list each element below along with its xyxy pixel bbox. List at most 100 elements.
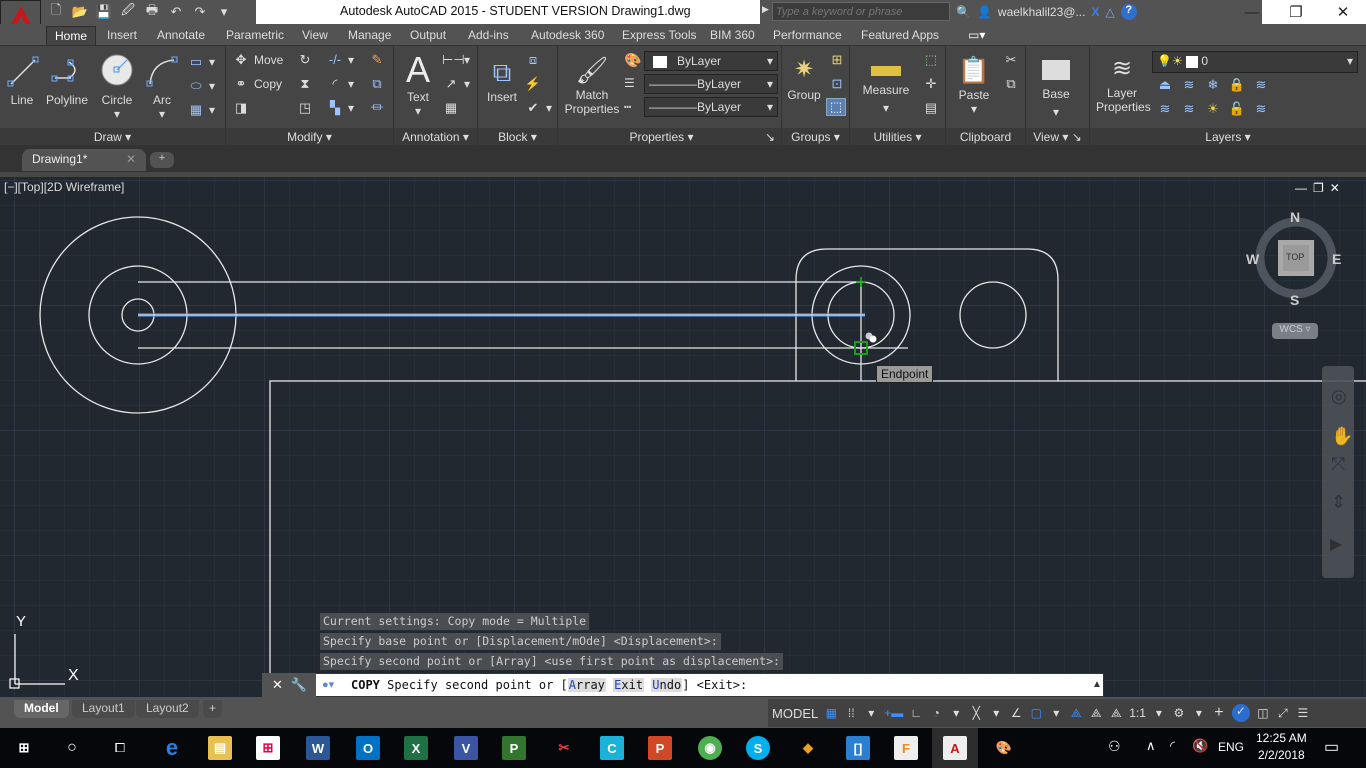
compass-east[interactable]: E (1332, 251, 1341, 267)
customize-command-icon[interactable]: 🔧 (291, 677, 307, 693)
snap-icon[interactable]: ⁞⁞ (844, 706, 858, 720)
help-icon[interactable]: ? (1120, 4, 1137, 20)
project-icon[interactable]: P (502, 736, 526, 760)
recent-commands-icon[interactable]: ●▾ (322, 678, 334, 691)
polyline-button[interactable]: Polyline (42, 54, 92, 107)
snap-dropdown-icon[interactable]: ▾ (864, 706, 878, 720)
customize-icon[interactable]: ▾ (214, 4, 234, 20)
dimension-button[interactable]: ⊢⊣ ▾ (442, 52, 470, 68)
close-command-icon[interactable]: ✕ (272, 677, 283, 693)
insert-button[interactable]: ⧉ Insert (482, 54, 522, 104)
scale-button[interactable]: ◳ (296, 100, 314, 116)
tab-bim360[interactable]: BIM 360 (702, 26, 763, 45)
isolate-objects-icon[interactable]: ✓ (1231, 704, 1250, 722)
annotation-visibility-icon[interactable]: ⟁ (1069, 706, 1083, 721)
pan-icon[interactable]: ✋ (1331, 426, 1353, 447)
excel-icon[interactable]: X (404, 736, 428, 760)
lineweight-dropdown[interactable]: ————ByLayer ▾ (644, 74, 778, 94)
cut-button[interactable]: ✂ (1002, 52, 1020, 68)
layer-freeze-icon[interactable]: ❄ (1204, 77, 1222, 93)
layer-lock-icon[interactable]: 🔒 (1228, 77, 1246, 93)
layer-unisolate-icon[interactable]: ≋ (1156, 101, 1174, 117)
document-tab[interactable]: Drawing1* ✕ (22, 149, 146, 171)
paint-icon[interactable]: 🎨 (992, 736, 1016, 760)
wcs-menu[interactable]: WCS ▿ (1272, 323, 1318, 339)
clock[interactable]: 12:25 AM 2/2/2018 (1256, 731, 1307, 762)
ortho-icon[interactable]: ∟ (909, 706, 923, 720)
edit-block-button[interactable]: ⚡ (524, 76, 542, 92)
plot-icon[interactable]: 🖶 (142, 1, 162, 23)
wifi-icon[interactable]: ◜ (1170, 738, 1175, 754)
properties-panel-title[interactable]: Properties ▾ ↘ (558, 128, 781, 146)
graphics-performance-icon[interactable]: ◫ (1256, 706, 1270, 720)
layer-dropdown[interactable]: 💡☀ 0 ▾ (1152, 51, 1358, 73)
steering-wheel-icon[interactable]: ◎ (1331, 386, 1347, 407)
save-icon[interactable]: 💾 (94, 4, 114, 20)
drawing-canvas[interactable] (0, 177, 1366, 696)
modify-panel-title[interactable]: Modify ▾ (226, 128, 393, 146)
group-button[interactable]: ✷ Group (786, 52, 822, 102)
linetype-dropdown[interactable]: ————ByLayer ▾ (644, 97, 778, 117)
visio-icon[interactable]: V (454, 736, 478, 760)
chrome-icon[interactable]: ◉ (698, 736, 722, 760)
layer-thaw-icon[interactable]: ☀ (1204, 101, 1222, 117)
match-properties-button[interactable]: 🖌 Match Properties (562, 52, 622, 116)
move-button[interactable]: ✥ Move (232, 52, 284, 68)
trim-button[interactable]: -/- ▾ (326, 52, 354, 68)
redo-icon[interactable]: ↷ (190, 4, 210, 20)
orbit-icon[interactable]: ⇕ (1331, 492, 1346, 513)
undo-icon[interactable]: ↶ (166, 4, 186, 20)
circle-button[interactable]: Circle ▾ (96, 52, 138, 121)
option-array[interactable]: Array (567, 678, 606, 692)
store-icon[interactable]: ⊞ (256, 736, 280, 760)
layer-walk-icon[interactable]: ≋ (1252, 101, 1270, 117)
volume-muted-icon[interactable]: 🔇 (1192, 738, 1208, 754)
tab-addins[interactable]: Add-ins (460, 26, 517, 45)
color-dropdown[interactable]: ByLayer ▾ (644, 51, 778, 71)
polar-icon[interactable]: ◔ (929, 706, 943, 720)
tab-home[interactable]: Home (46, 26, 97, 45)
leader-button[interactable]: ↗ ▾ (442, 76, 470, 92)
object-snap-dropdown-icon[interactable]: ▾ (1049, 706, 1063, 720)
clipboard-panel-title[interactable]: Clipboard (946, 128, 1025, 146)
line-button[interactable]: Line (4, 54, 40, 107)
snipping-tool-icon[interactable]: ✂ (552, 736, 576, 760)
layer-isolate-icon[interactable]: ⏏ (1156, 77, 1174, 93)
compass-north[interactable]: N (1290, 209, 1300, 225)
view-panel-title[interactable]: View ▾ ↘ (1026, 128, 1089, 146)
layer-previous-icon[interactable]: ≋ (1180, 101, 1198, 117)
saveas-icon[interactable]: 🖉 (118, 1, 138, 23)
edge-icon[interactable]: e (160, 735, 184, 760)
tab-annotate[interactable]: Annotate (149, 26, 213, 45)
layer-match-icon[interactable]: ≋ (1180, 77, 1198, 93)
search-expand-icon[interactable]: ▶ (762, 4, 769, 15)
customization-menu-icon[interactable]: ☰ (1296, 706, 1310, 720)
new-icon[interactable]: 🗋 (46, 1, 66, 23)
tab-manage[interactable]: Manage (340, 26, 399, 45)
search-input[interactable] (772, 2, 950, 21)
viewport-window-controls[interactable]: —❐✕ (1295, 181, 1346, 195)
array-button[interactable]: ▚ ▾ (326, 100, 354, 116)
arc-button[interactable]: Arc ▾ (142, 54, 182, 121)
scale-dropdown-icon[interactable]: ▾ (1152, 706, 1166, 720)
annotation-panel-title[interactable]: Annotation ▾ (394, 128, 477, 146)
binoculars-icon[interactable]: 🔍 (956, 5, 971, 19)
tab-featured-apps[interactable]: Featured Apps (853, 26, 947, 45)
show-hidden-icons[interactable]: ∧ (1146, 738, 1156, 754)
model-space-button[interactable]: MODEL (772, 706, 818, 721)
showmotion-icon[interactable]: ▶ (1330, 534, 1342, 554)
polar-dropdown-icon[interactable]: ▾ (949, 706, 963, 720)
layer-current-icon[interactable]: ≋ (1252, 77, 1270, 93)
paste-button[interactable]: 📋 Paste ▾ (954, 52, 994, 116)
layers-panel-title[interactable]: Layers ▾ (1090, 128, 1366, 146)
layer-unlock-icon[interactable]: 🔓 (1228, 101, 1246, 117)
workspace-dropdown-icon[interactable]: ▾ (1192, 706, 1206, 720)
copy-clip-button[interactable]: ⧉ (1002, 76, 1020, 92)
word-icon[interactable]: W (306, 736, 330, 760)
id-point-button[interactable]: ✛ (922, 76, 940, 92)
group-edit-button[interactable]: ⊡ (828, 76, 846, 92)
utilities-panel-title[interactable]: Utilities ▾ (850, 128, 945, 146)
annotation-scale-icon[interactable]: ⟁ (1109, 706, 1123, 721)
workspace-gear-icon[interactable]: ⚙ (1172, 706, 1186, 720)
stretch-button[interactable]: ◨ (232, 100, 250, 116)
